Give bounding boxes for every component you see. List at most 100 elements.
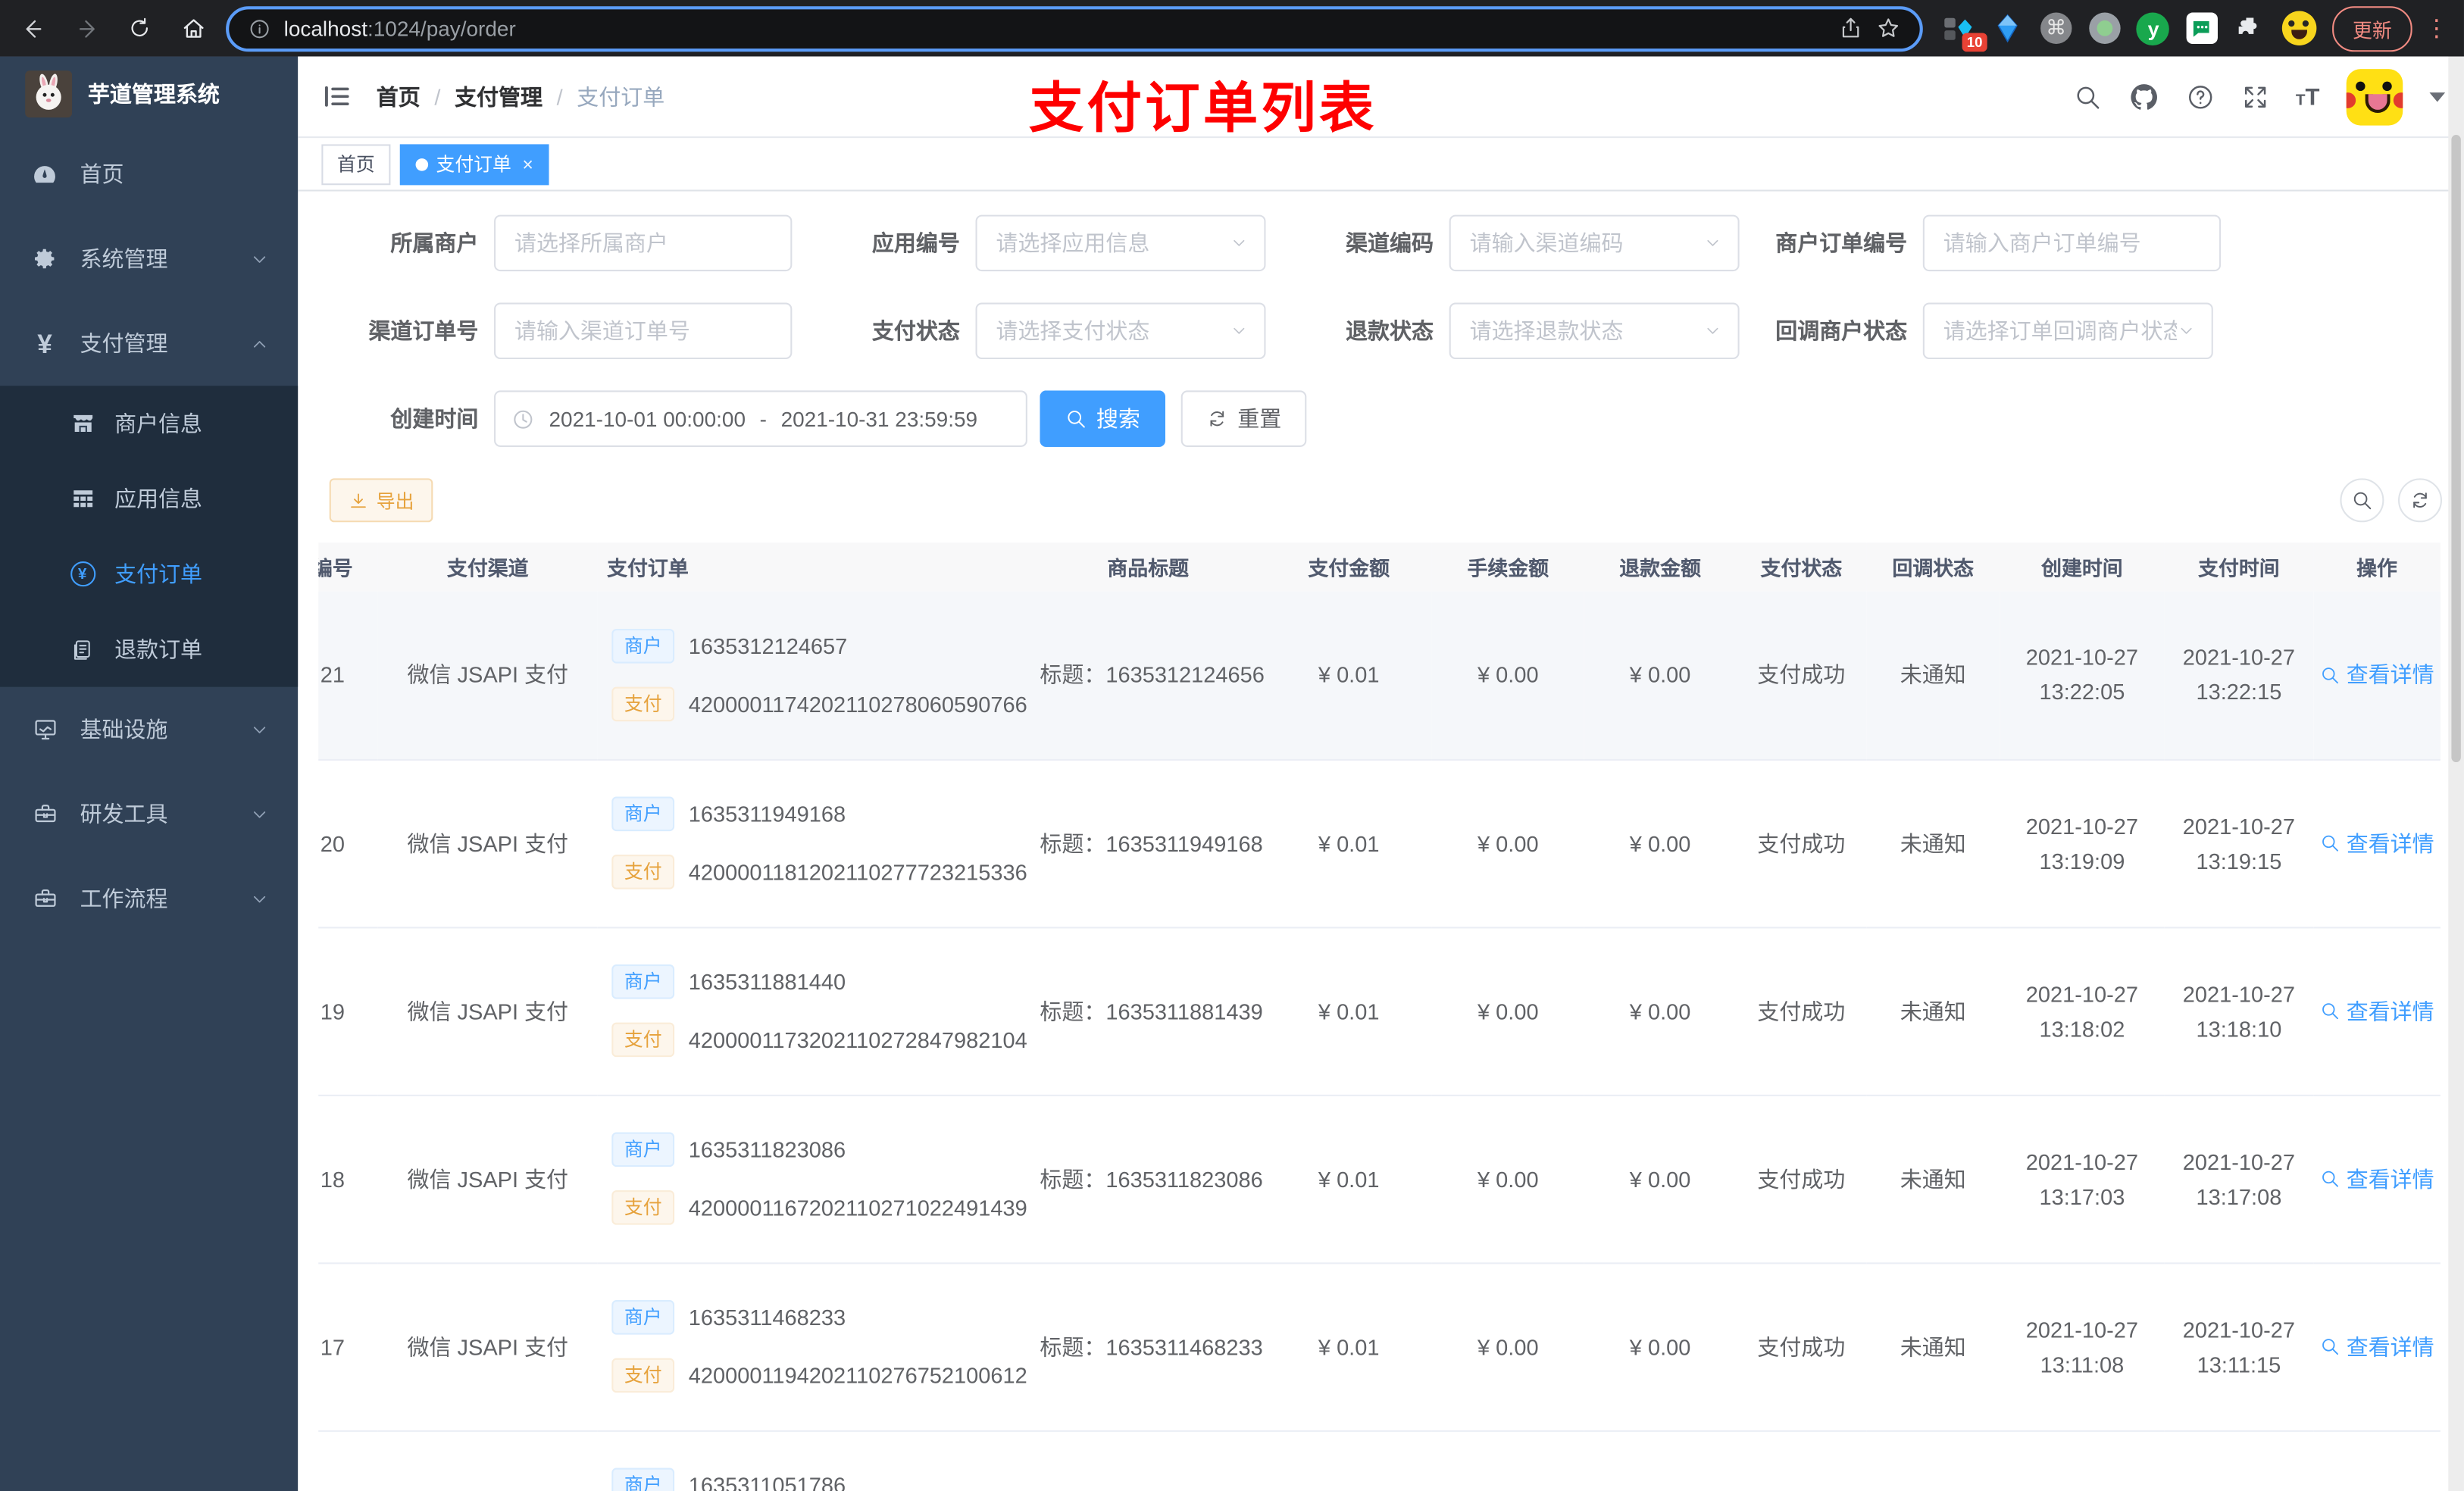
cell-create-time: 2021-10-27 13:18:02 <box>2000 927 2165 1096</box>
cell-status: 支付成功 <box>1736 1094 1867 1264</box>
sidebar-item-home[interactable]: 首页 <box>0 132 298 217</box>
view-detail-link[interactable]: 查看详情 <box>2320 827 2434 858</box>
avatar-caret-icon[interactable] <box>2429 92 2446 102</box>
reset-button[interactable]: 重置 <box>1180 390 1307 447</box>
page-scrollbar[interactable] <box>2448 56 2464 1491</box>
scrollbar-thumb[interactable] <box>2451 135 2461 763</box>
cell-id: 20 <box>318 758 378 928</box>
close-tab-icon[interactable]: × <box>522 153 533 175</box>
extensions-puzzle-icon[interactable] <box>2234 11 2269 45</box>
share-icon[interactable] <box>1838 16 1863 41</box>
select-caret-icon <box>1230 321 1249 340</box>
bookmark-star-icon[interactable] <box>1876 16 1901 41</box>
sidebar-item-workflow[interactable]: 工作流程 <box>0 856 298 941</box>
cell-amount: ¥ 0.01 <box>1265 1094 1432 1264</box>
view-detail-link[interactable]: 查看详情 <box>2320 1163 2434 1194</box>
notify-status-select[interactable]: 请选择订单回调商户状态 <box>1922 302 2213 360</box>
pay-order-no: 4200001194202110276752100612 <box>688 1362 1027 1388</box>
cell-title <box>1030 1430 1266 1491</box>
filter-row-1: 所属商户 应用编号 请选择应用信息 渠道编码 请输入渠道编码 商户订单编号 <box>330 214 2464 272</box>
sidebar-toggle-icon[interactable] <box>321 82 351 111</box>
cell-pay-time: 2021-10-27 13:18:10 <box>2164 927 2314 1096</box>
sidebar-item-refund-order[interactable]: 退款订单 <box>0 611 298 686</box>
pay-tag: 支付 <box>611 1022 675 1058</box>
cell-status: 支付成功 <box>1736 927 1867 1096</box>
cell-channel: 微信 JSAPI 支付 <box>377 1094 598 1264</box>
view-detail-link[interactable]: 查看详情 <box>2320 995 2434 1026</box>
chevron-down-icon <box>249 248 270 269</box>
store-icon <box>69 411 95 436</box>
pay-tag: 支付 <box>611 1190 675 1225</box>
briefcase-icon <box>31 886 58 911</box>
github-icon[interactable] <box>2128 82 2159 113</box>
merchant-order-no: 1635311823086 <box>688 1136 846 1162</box>
sidebar-item-merchant-info[interactable]: 商户信息 <box>0 386 298 461</box>
view-detail-link[interactable]: 查看详情 <box>2320 1330 2434 1361</box>
app: 芋道管理系统 首页 系统管理 ¥ 支付管理 商户信息 应用信息 ¥ 支付订单 退… <box>0 56 2464 1491</box>
cell-fee: ¥ 0.00 <box>1431 758 1584 928</box>
tab-pay-order[interactable]: 支付订单 × <box>399 143 549 185</box>
user-avatar[interactable] <box>2346 69 2403 126</box>
merchant-input[interactable] <box>494 214 793 272</box>
breadcrumb-home[interactable]: 首页 <box>377 81 421 112</box>
view-detail-link[interactable]: 查看详情 <box>2320 659 2434 690</box>
app-logo[interactable]: 芋道管理系统 <box>0 57 298 132</box>
cell-refund: ¥ 0.00 <box>1584 1094 1737 1264</box>
cell-amount: ¥ 0.01 <box>1265 591 1432 760</box>
date-range-picker[interactable]: 2021-10-01 00:00:00 - 2021-10-31 23:59:5… <box>494 390 1027 447</box>
forward-button[interactable] <box>66 8 107 48</box>
topbar-actions: TT <box>2073 57 2446 139</box>
channel-order-no-input[interactable] <box>494 302 793 360</box>
y-extension-icon[interactable]: y <box>2136 11 2171 45</box>
address-bar[interactable]: localhost:1024/pay/order <box>226 5 1923 52</box>
sidebar-item-dev-tools[interactable]: 研发工具 <box>0 771 298 856</box>
cell-fee: ¥ 0.00 <box>1431 927 1584 1096</box>
cell-amount <box>1265 1430 1432 1491</box>
font-size-icon[interactable]: TT <box>2296 84 2320 111</box>
site-info-icon[interactable] <box>248 17 271 40</box>
export-button[interactable]: 导出 <box>329 478 433 523</box>
cell-actions: 查看详情 <box>2313 1094 2441 1264</box>
browser-update-button[interactable]: 更新 <box>2332 5 2412 52</box>
back-button[interactable] <box>13 8 54 48</box>
cell-refund: ¥ 0.00 <box>1584 927 1737 1096</box>
sidebar-item-app-info[interactable]: 应用信息 <box>0 461 298 536</box>
breadcrumb-pay[interactable]: 支付管理 <box>455 81 543 112</box>
cell-pay-order: 商户 1635311881440 支付 4200001173202110272847… <box>597 927 1030 1096</box>
reload-button[interactable] <box>119 8 160 48</box>
filter-form: 所属商户 应用编号 请选择应用信息 渠道编码 请输入渠道编码 商户订单编号 <box>298 193 2464 447</box>
refund-status-select[interactable]: 请选择退款状态 <box>1449 302 1740 360</box>
cell-pay-order: 商户 1635311468233 支付 4200001194202110276752… <box>597 1262 1030 1431</box>
kite-extension-icon[interactable] <box>1990 11 2025 45</box>
command-extension-icon[interactable]: ⌘ <box>2039 11 2074 45</box>
browser-menu-icon[interactable]: ⋮ <box>2425 14 2448 42</box>
sidebar-item-pay-order[interactable]: ¥ 支付订单 <box>0 536 298 611</box>
profile-avatar-icon[interactable] <box>2281 11 2317 46</box>
filter-app-id: 应用编号 请选择应用信息 <box>811 214 1266 272</box>
fullscreen-icon[interactable] <box>2240 83 2269 111</box>
tab-home[interactable]: 首页 <box>321 143 391 185</box>
sketch-extension-icon[interactable]: 10 <box>1942 11 1987 52</box>
refresh-table-button[interactable] <box>2398 478 2442 523</box>
cell-amount: ¥ 0.01 <box>1265 758 1432 928</box>
home-button[interactable] <box>173 8 214 48</box>
cell-id: 21 <box>318 591 378 760</box>
record-extension-icon[interactable] <box>2087 11 2122 45</box>
app-id-select[interactable]: 请选择应用信息 <box>975 214 1266 272</box>
select-caret-icon <box>1703 321 1722 340</box>
merchant-order-no: 1635311881440 <box>688 969 846 995</box>
help-icon[interactable] <box>2186 83 2214 111</box>
cell-fee <box>1431 1430 1584 1491</box>
sidebar-item-system[interactable]: 系统管理 <box>0 217 298 302</box>
pay-status-select[interactable]: 请选择支付状态 <box>975 302 1266 360</box>
chat-extension-icon[interactable] <box>2184 11 2219 45</box>
merchant-order-no-input[interactable] <box>1922 214 2222 272</box>
search-icon[interactable] <box>2073 83 2101 111</box>
merchant-tag: 商户 <box>611 796 675 832</box>
sidebar-item-infra[interactable]: 基础设施 <box>0 687 298 772</box>
show-search-button[interactable] <box>2340 478 2384 523</box>
search-button[interactable]: 搜索 <box>1040 390 1166 447</box>
sidebar-item-pay[interactable]: ¥ 支付管理 <box>0 301 298 386</box>
table-row: 18 微信 JSAPI 支付 商户 1635311823086 支付 4200001… <box>318 1094 2441 1264</box>
channel-code-select[interactable]: 请输入渠道编码 <box>1449 214 1740 272</box>
